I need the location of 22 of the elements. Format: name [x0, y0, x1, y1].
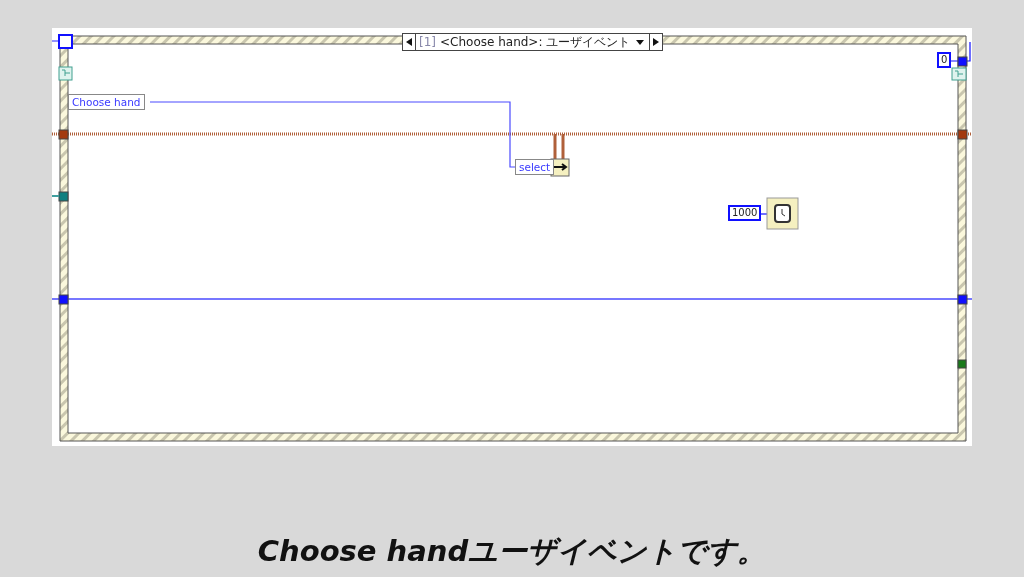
property-node: select: [515, 159, 555, 175]
previous-icon[interactable]: [405, 38, 413, 46]
case-index: [1]: [419, 35, 436, 49]
terminal: [58, 294, 69, 305]
wire: [52, 40, 61, 42]
numeric-constant: 1000: [728, 205, 762, 221]
next-icon[interactable]: [652, 38, 661, 46]
wire: [948, 41, 971, 62]
terminal: [58, 191, 69, 202]
reference-node: Choose hand: [68, 94, 145, 110]
terminal: [957, 129, 968, 140]
terminal: [957, 56, 968, 67]
numeric-constant: 0: [937, 52, 952, 68]
case-label: <Choose hand>: ユーザイベント: [440, 35, 631, 49]
wait-clock-icon: [766, 197, 799, 230]
case-selector[interactable]: [1] <Choose hand>: ユーザイベント: [402, 33, 664, 51]
terminal: [957, 294, 968, 305]
terminal: [957, 359, 967, 369]
dropdown-icon[interactable]: [636, 38, 645, 46]
wire: [52, 195, 60, 197]
terminal: [58, 129, 69, 140]
caption: Choose handユーザイベントです。: [257, 533, 767, 570]
